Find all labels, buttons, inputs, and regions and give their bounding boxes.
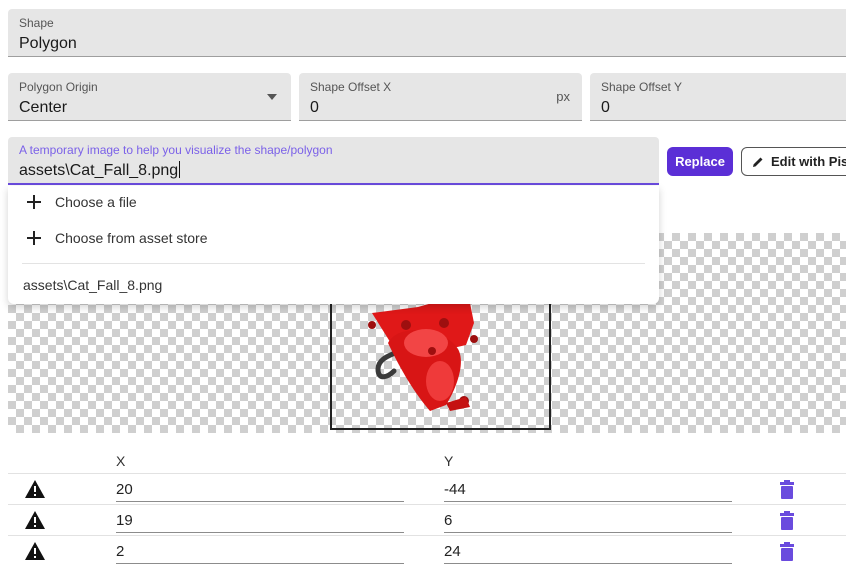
- shape-offset-x-value: 0: [310, 99, 319, 116]
- warning-icon: [25, 480, 45, 498]
- table-row: 2 24: [8, 535, 846, 566]
- dropdown-divider: [22, 263, 645, 264]
- column-header-x: X: [116, 453, 126, 469]
- shape-value: Polygon: [19, 35, 77, 52]
- text-cursor: [179, 161, 181, 178]
- pencil-icon: [753, 157, 763, 167]
- shape-offset-x-label: Shape Offset X: [310, 80, 392, 94]
- vertex-x-input[interactable]: 20: [116, 480, 404, 502]
- warning-icon: [25, 511, 45, 529]
- image-source-dropdown: Choose a file Choose from asset store as…: [8, 186, 659, 304]
- temporary-image-field[interactable]: A temporary image to help you visualize …: [8, 137, 659, 185]
- polygon-origin-select[interactable]: Polygon Origin Center: [8, 73, 291, 121]
- vertex-x-input[interactable]: 19: [116, 511, 404, 533]
- edit-with-piskel-button[interactable]: Edit with Pisk: [741, 147, 846, 176]
- px-unit: px: [556, 89, 570, 104]
- vertex-y-input[interactable]: 24: [444, 542, 732, 564]
- shape-select[interactable]: Shape Polygon: [8, 9, 846, 57]
- choose-asset-store-option[interactable]: Choose from asset store: [26, 227, 208, 249]
- object-editor-panel: Shape Polygon Polygon Origin Center Shap…: [0, 0, 846, 568]
- trash-icon[interactable]: [777, 480, 797, 500]
- choose-file-option[interactable]: Choose a file: [26, 191, 137, 213]
- choose-asset-store-label: Choose from asset store: [55, 230, 208, 246]
- table-row: 19 6: [8, 504, 846, 535]
- vertex-x-input[interactable]: 2: [116, 542, 404, 564]
- edit-with-piskel-label: Edit with Pisk: [771, 154, 846, 169]
- polygon-origin-value: Center: [19, 99, 68, 116]
- recent-asset-option[interactable]: assets\Cat_Fall_8.png: [23, 277, 162, 293]
- trash-icon[interactable]: [777, 542, 797, 562]
- column-header-y: Y: [444, 453, 454, 469]
- shape-offset-x-field[interactable]: Shape Offset X 0 px: [299, 73, 582, 121]
- plus-icon: [27, 195, 41, 209]
- shape-label: Shape: [19, 16, 54, 30]
- trash-icon[interactable]: [777, 511, 797, 531]
- caret-down-icon: [267, 94, 277, 100]
- plus-icon: [27, 231, 41, 245]
- vertex-y-input[interactable]: -44: [444, 480, 732, 502]
- shape-offset-y-field[interactable]: Shape Offset Y 0: [590, 73, 846, 121]
- choose-file-label: Choose a file: [55, 194, 137, 210]
- cat-sprite-image: [368, 293, 478, 411]
- shape-offset-y-label: Shape Offset Y: [601, 80, 682, 94]
- replace-button[interactable]: Replace: [667, 147, 733, 176]
- shape-offset-y-value: 0: [601, 99, 610, 116]
- warning-icon: [25, 542, 45, 560]
- polygon-origin-label: Polygon Origin: [19, 80, 98, 94]
- temporary-image-value: assets\Cat_Fall_8.png: [19, 162, 179, 179]
- table-row: 20 -44: [8, 473, 846, 504]
- vertex-y-input[interactable]: 6: [444, 511, 732, 533]
- temporary-image-label: A temporary image to help you visualize …: [19, 143, 333, 157]
